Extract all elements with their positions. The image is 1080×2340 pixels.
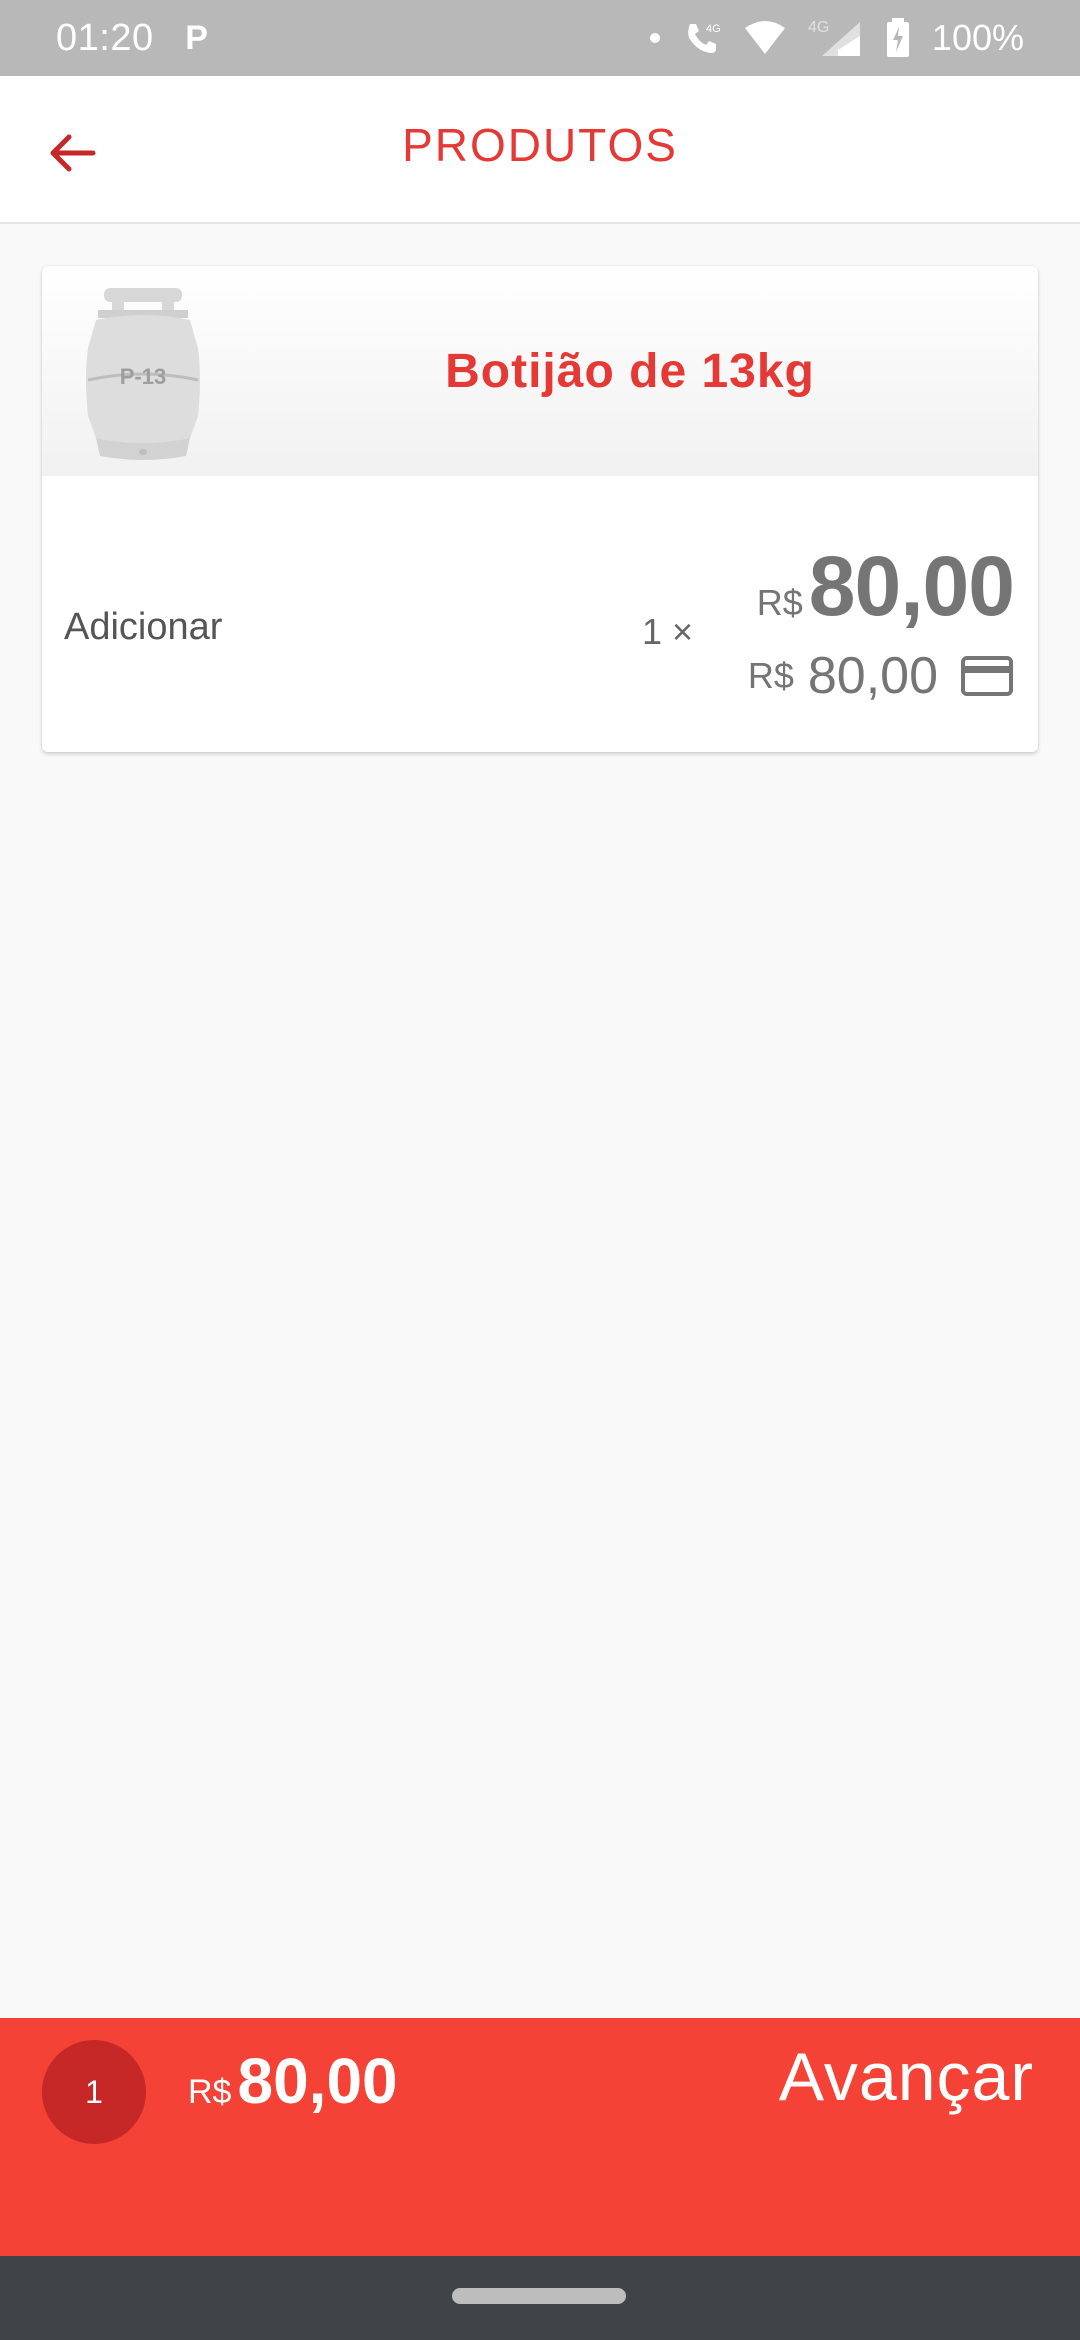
system-nav-bar (0, 2256, 1080, 2340)
card-price-currency: R$ (747, 655, 794, 696)
page-title: PRODUTOS (402, 119, 678, 171)
price-currency: R$ (756, 582, 803, 623)
svg-text:4G: 4G (808, 19, 829, 36)
price-value: 80,00 (808, 539, 1015, 633)
arrow-left-icon (50, 134, 96, 172)
svg-text:4G: 4G (706, 23, 721, 35)
credit-card-icon (961, 656, 1013, 696)
product-card-header: P-13 Botijão de 13kg (42, 266, 1038, 476)
product-card[interactable]: P-13 Botijão de 13kg Adicionar 1 × R$ 80… (42, 266, 1038, 752)
home-gesture-handle[interactable] (452, 2288, 626, 2304)
cart-count-badge: 1 (42, 2040, 146, 2144)
cart-total: R$ 80,00 (188, 2044, 398, 2118)
app-bar: PRODUTOS (0, 76, 1080, 224)
cylinder-label: P-13 (120, 364, 166, 389)
parking-notification-icon: P (185, 18, 208, 57)
app-root: 01:20 P 4G 4G 100% PRODUTOS P-13 Botijão… (0, 0, 1080, 2340)
total-currency: R$ (188, 2073, 232, 2111)
dot-icon (649, 33, 660, 43)
add-button[interactable]: Adicionar (64, 606, 222, 649)
gas-cylinder-image: P-13 (86, 288, 200, 460)
status-time: 01:20 (56, 16, 154, 59)
wifi-icon (744, 20, 786, 56)
card-price: R$ 80,00 (748, 646, 1014, 706)
advance-button[interactable]: Avançar (779, 2038, 1034, 2116)
back-button[interactable] (38, 118, 108, 188)
checkout-bar: 1 R$ 80,00 Avançar (0, 2018, 1080, 2256)
status-bar: 01:20 P 4G 4G 100% (0, 0, 1080, 76)
cell-signal-icon: 4G (808, 18, 864, 58)
total-value: 80,00 (237, 2045, 398, 2117)
status-icons: 4G 4G 100% (649, 17, 1024, 59)
wifi-calling-icon: 4G (682, 18, 722, 58)
battery-charging-icon (886, 18, 910, 58)
card-price-value: 80,00 (807, 647, 938, 705)
price-main: R$ 80,00 (756, 538, 1015, 635)
product-card-body: Adicionar 1 × R$ 80,00 R$ 80,00 (42, 476, 1038, 752)
product-name: Botijão de 13kg (445, 344, 815, 398)
quantity-label: 1 × (642, 611, 694, 652)
battery-percent: 100% (931, 17, 1024, 58)
